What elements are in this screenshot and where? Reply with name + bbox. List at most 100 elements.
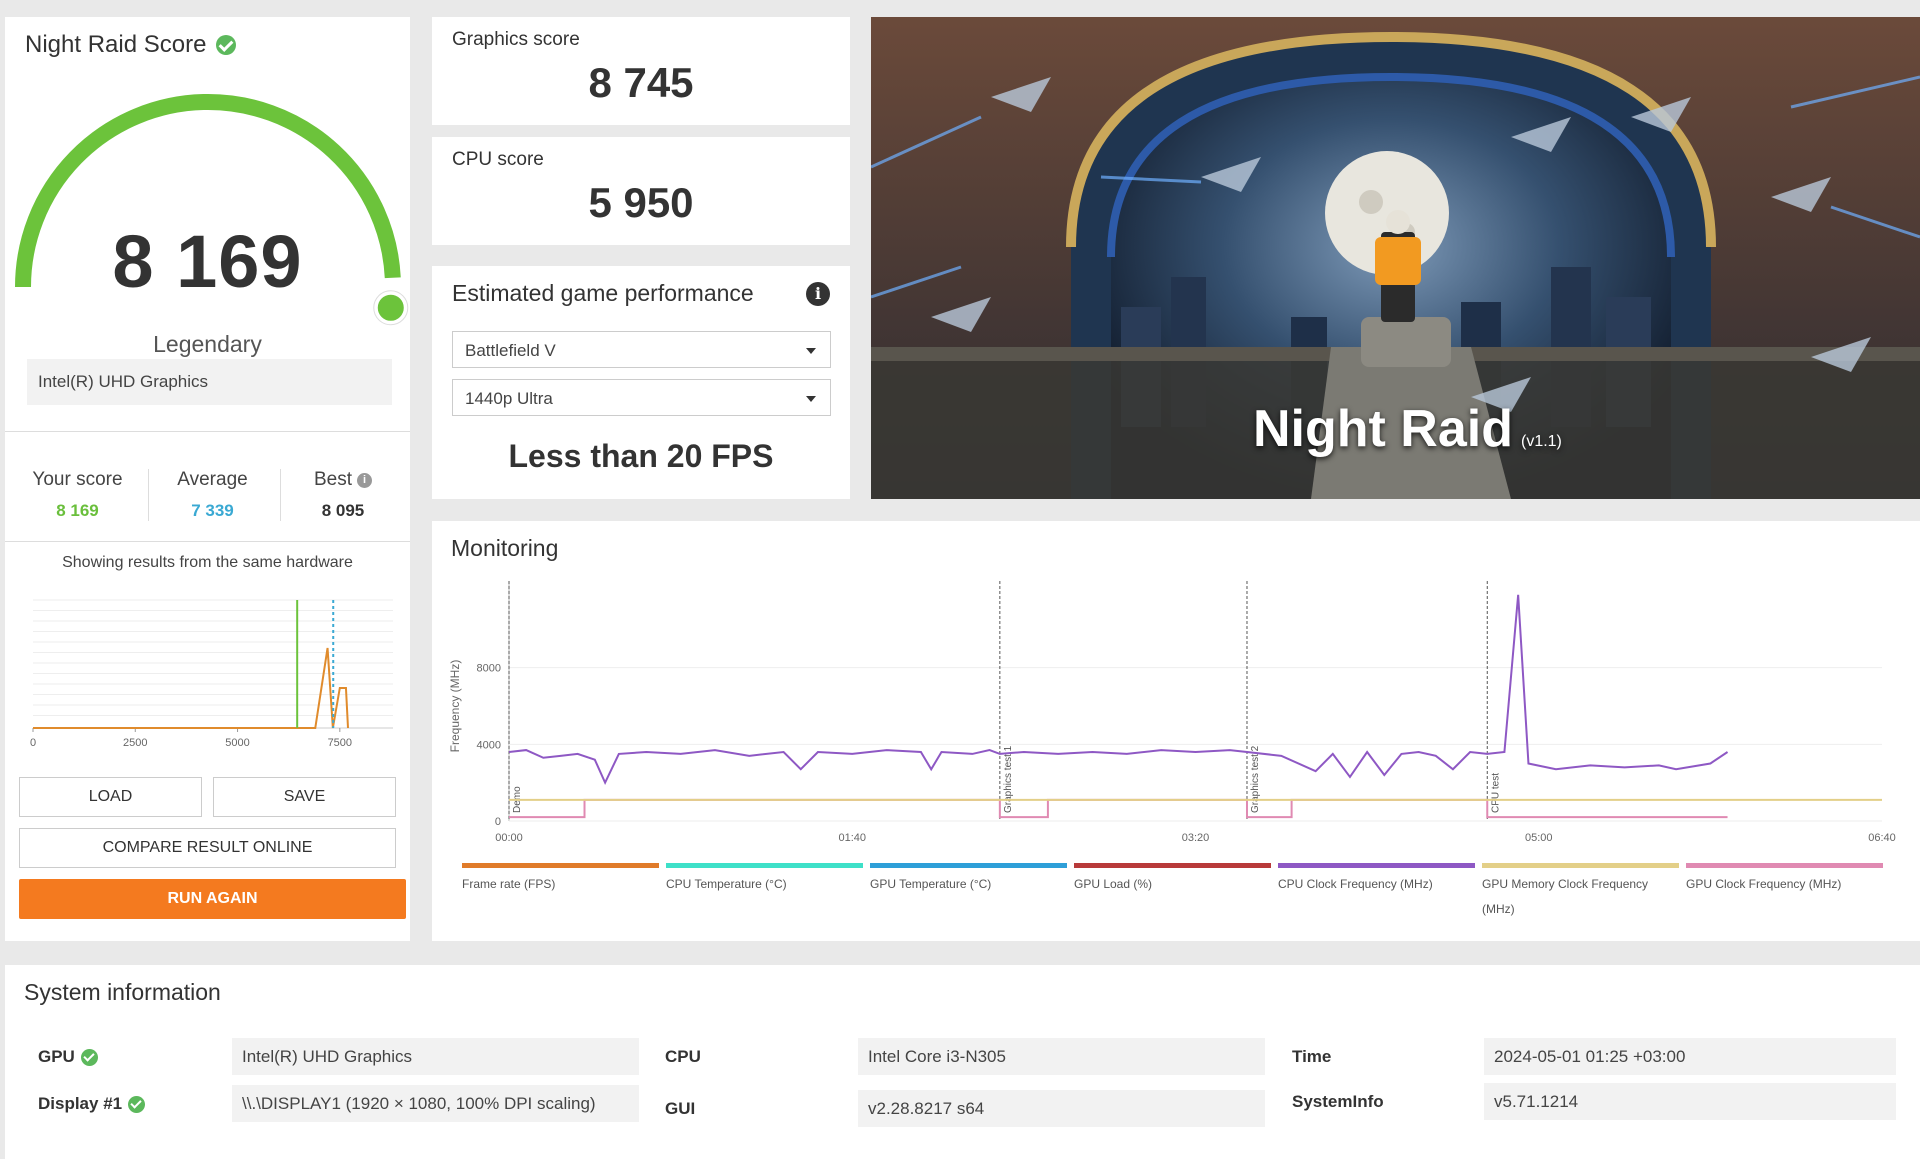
- divider: [5, 541, 410, 542]
- score-panel: Night Raid Score 8 169 Legendary Intel(R…: [5, 17, 410, 941]
- legend-swatch: [1278, 863, 1475, 868]
- y-axis-label: Frequency (MHz): [448, 660, 462, 753]
- x-tick-label: 05:00: [1525, 832, 1553, 844]
- benchmark-hero-image: Night Raid (v1.1): [871, 17, 1920, 499]
- overall-score: 8 169: [112, 220, 303, 303]
- gui-label: GUI: [665, 1099, 696, 1118]
- verified-check-icon: [216, 35, 237, 55]
- series-line: [508, 594, 1729, 786]
- gui-value: v2.28.8217 s64: [858, 1090, 1265, 1127]
- x-tick-label: 00:00: [495, 832, 523, 844]
- best-label: Best: [313, 469, 353, 490]
- legend-label: GPU Load (%): [1074, 877, 1152, 891]
- systeminfo-value: v5.71.1214: [1484, 1083, 1896, 1120]
- legend-label-cont: (MHz): [1482, 902, 1515, 916]
- legend-label: CPU Temperature (°C): [666, 877, 787, 891]
- best-value: 8 095: [321, 501, 365, 520]
- game-select[interactable]: Battlefield V: [452, 331, 831, 368]
- legend-label: GPU Clock Frequency (MHz): [1686, 877, 1841, 891]
- average-label: Average: [177, 469, 248, 490]
- best-stat: Best i 8 095: [283, 469, 403, 521]
- tick-label: 2500: [123, 737, 147, 749]
- compare-result-online-button[interactable]: COMPARE RESULT ONLINE: [19, 828, 396, 868]
- tick-label: 7500: [328, 737, 352, 749]
- your-score-value: 8 169: [56, 501, 99, 520]
- cpu-label: CPU: [665, 1047, 701, 1066]
- series-line: [509, 798, 1728, 819]
- graphics-score-label: Graphics score: [452, 29, 580, 50]
- run-again-button[interactable]: RUN AGAIN: [19, 879, 406, 919]
- cpu-value: Intel Core i3-N305: [858, 1038, 1265, 1075]
- game-select-value: Battlefield V: [465, 341, 556, 360]
- chevron-down-icon: [806, 348, 816, 354]
- chevron-down-icon: [806, 396, 816, 402]
- x-tick-label: 03:20: [1182, 832, 1210, 844]
- preset-select-value: 1440p Ultra: [465, 389, 553, 408]
- legend-label: GPU Memory Clock Frequency: [1482, 877, 1648, 891]
- preset-select[interactable]: 1440p Ultra: [452, 379, 831, 416]
- x-tick-label: 06:40: [1868, 832, 1896, 844]
- score-gauge: [15, 94, 409, 326]
- score-title-label: Night Raid Score: [25, 31, 207, 58]
- cpu-score-card: CPU score 5 950: [432, 137, 850, 245]
- your-score-stat: Your score 8 169: [15, 469, 140, 521]
- verified-check-icon: [128, 1095, 146, 1113]
- graphics-score-value: 8 745: [588, 59, 694, 106]
- gpu-label: GPU: [38, 1047, 75, 1066]
- y-tick-label: 4000: [477, 739, 501, 751]
- legend-swatch: [1482, 863, 1679, 868]
- gpu-value: Intel(R) UHD Graphics: [232, 1038, 639, 1075]
- hero-title-text: Night Raid: [1253, 400, 1513, 458]
- hardware-name: Intel(R) UHD Graphics: [27, 359, 392, 405]
- legend-label: Frame rate (FPS): [462, 877, 555, 891]
- monitoring-chart: 0 4000 8000 Frequency (MHz) 00:00 01:40 03:20 0…: [448, 581, 1896, 916]
- average-stat: Average 7 339: [150, 469, 275, 521]
- divider: [5, 431, 410, 432]
- legend-swatch: [462, 863, 659, 868]
- time-value: 2024-05-01 01:25 +03:00: [1484, 1038, 1896, 1075]
- graphics-score-card: Graphics score 8 745: [432, 17, 850, 125]
- estimated-performance-title: Estimated game performance: [452, 280, 754, 306]
- estimated-fps: Less than 20 FPS: [508, 438, 774, 474]
- cpu-score-label: CPU score: [452, 149, 544, 170]
- phase-label: CPU test: [1490, 773, 1501, 813]
- display-value: \\.\DISPLAY1 (1920 × 1080, 100% DPI scal…: [232, 1085, 639, 1122]
- y-tick-label: 8000: [477, 663, 501, 675]
- y-tick-label: 0: [495, 816, 501, 828]
- score-title: Night Raid Score: [25, 31, 237, 59]
- gpu-label-row: GPU: [38, 1047, 98, 1067]
- load-button[interactable]: LOAD: [19, 777, 202, 817]
- legend-swatch: [870, 863, 1067, 868]
- verified-check-icon: [80, 1048, 98, 1066]
- hero-version: (v1.1): [1520, 433, 1562, 450]
- hero-title: Night Raid (v1.1): [1253, 399, 1562, 459]
- legend-swatch: [1074, 863, 1271, 868]
- display-label-row: Display #1: [38, 1094, 146, 1114]
- save-button[interactable]: SAVE: [213, 777, 396, 817]
- score-distribution-chart: 0 2500 5000 7500: [30, 599, 393, 749]
- legend-label: CPU Clock Frequency (MHz): [1278, 877, 1433, 891]
- legend-swatch: [666, 863, 863, 868]
- estimated-performance-card: Estimated game performance i Battlefield…: [432, 266, 850, 499]
- score-rank: Legendary: [153, 331, 262, 357]
- system-information-panel: System information GPU Intel(R) UHD Grap…: [5, 965, 1920, 1159]
- tick-label: 5000: [225, 737, 249, 749]
- systeminfo-label: SystemInfo: [1292, 1092, 1384, 1111]
- average-value: 7 339: [191, 501, 234, 520]
- info-icon[interactable]: i: [357, 472, 373, 488]
- monitoring-panel: Monitoring 0 4000 8000 Frequency (MHz) 00:00…: [432, 521, 1920, 941]
- stat-divider: [148, 469, 149, 521]
- legend-swatch: [1686, 863, 1883, 868]
- phase-label: Graphics test 1: [1003, 745, 1014, 813]
- stat-divider: [280, 469, 281, 521]
- same-hardware-note: Showing results from the same hardware: [62, 554, 353, 571]
- system-information-title: System information: [24, 979, 221, 1005]
- display-label: Display #1: [38, 1094, 123, 1113]
- legend-label: GPU Temperature (°C): [870, 877, 991, 891]
- cpu-score-value: 5 950: [588, 179, 694, 226]
- info-icon[interactable]: i: [806, 282, 830, 306]
- your-score-label: Your score: [32, 469, 123, 490]
- time-label: Time: [1292, 1047, 1332, 1066]
- tick-label: 0: [30, 737, 36, 749]
- phase-label: Graphics test 2: [1250, 745, 1261, 813]
